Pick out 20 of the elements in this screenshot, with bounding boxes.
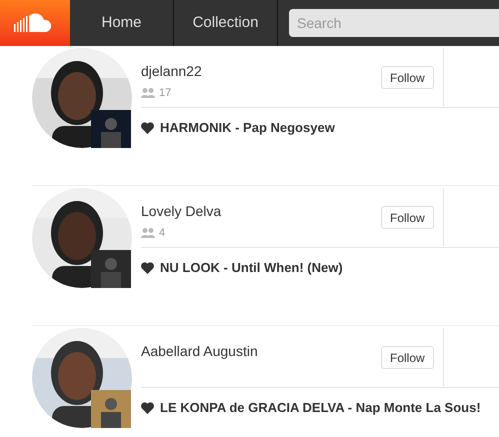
search-field[interactable]: Search [289, 9, 499, 37]
follow-button[interactable]: Follow [381, 66, 434, 89]
follower-count: 4 [159, 226, 166, 241]
user-name[interactable]: Aabellard Augustin [141, 342, 381, 360]
logo[interactable] [0, 0, 70, 46]
follower-count: 17 [159, 86, 172, 101]
user-name[interactable]: djelann22 [141, 62, 381, 80]
heart-icon [141, 122, 154, 134]
nav-tab[interactable]: Collection [174, 0, 278, 46]
nav-tab[interactable]: Home [70, 0, 174, 46]
user-name[interactable]: Lovely Delva [141, 202, 381, 220]
heart-icon [141, 402, 154, 414]
track-title[interactable]: NU LOOK - Until When! (New) [160, 258, 343, 278]
follow-button[interactable]: Follow [381, 346, 434, 369]
followers-icon [141, 88, 156, 98]
track-title[interactable]: HARMONIK - Pap Negosyew [160, 118, 335, 138]
follow-button[interactable]: Follow [381, 206, 434, 229]
heart-icon [141, 262, 154, 274]
track-title[interactable]: LE KONPA de GRACIA DELVA - Nap Monte La Sous! [160, 398, 481, 418]
followers-icon [141, 228, 156, 238]
